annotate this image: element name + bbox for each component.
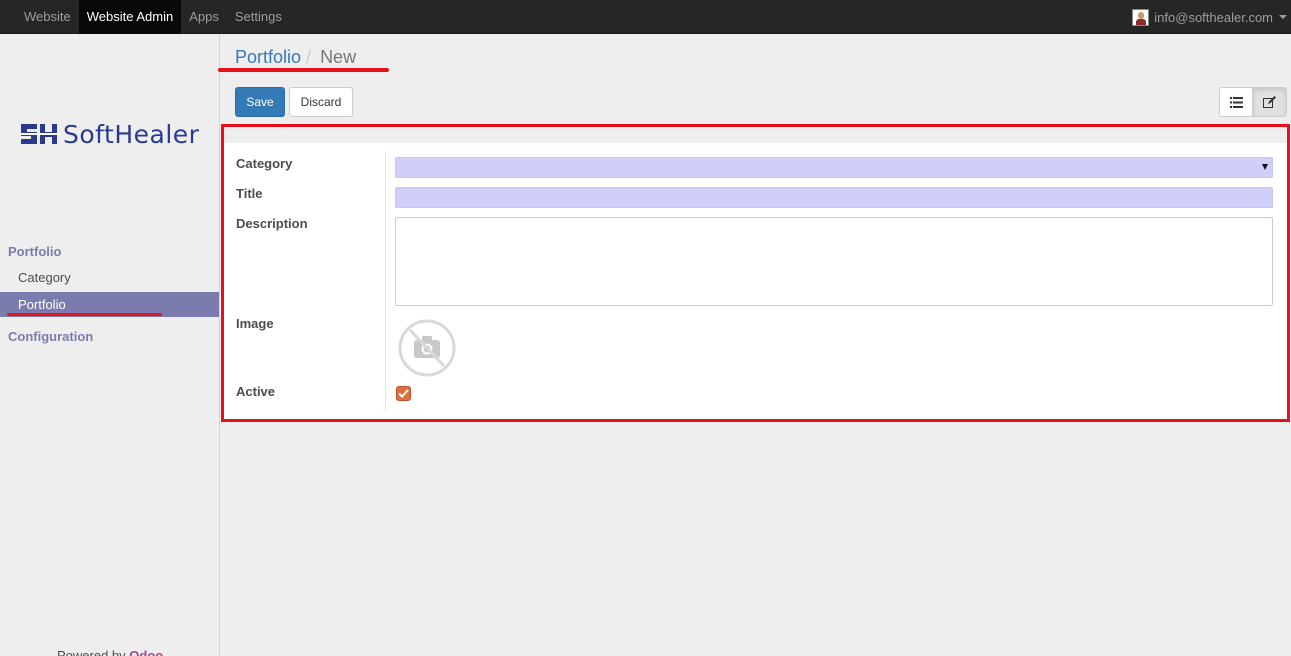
annotation-box-form [221, 124, 1290, 422]
powered-by-prefix: Powered by [57, 648, 126, 656]
save-button[interactable]: Save [235, 87, 285, 117]
avatar [1132, 8, 1150, 26]
softhealer-logo: SoftHealer [19, 118, 201, 150]
sidebar-section-portfolio[interactable]: Portfolio [8, 244, 61, 259]
user-email: info@softhealer.com [1154, 9, 1273, 25]
menu-website-admin[interactable]: Website Admin [78, 0, 182, 34]
breadcrumb-current: New [320, 47, 357, 67]
menu-settings[interactable]: Settings [227, 0, 290, 34]
top-navbar: Website Website Admin Apps Settings info… [0, 0, 1291, 34]
logo-text: SoftHealer [63, 119, 200, 149]
annotation-underline-breadcrumb [218, 68, 389, 72]
caret-down-icon [1279, 15, 1287, 19]
app-menu: Website Website Admin Apps Settings [16, 0, 290, 34]
logo-mark-icon [19, 120, 61, 148]
user-menu[interactable]: info@softhealer.com [1132, 0, 1291, 34]
form-view-button[interactable] [1253, 87, 1287, 117]
breadcrumb-portfolio[interactable]: Portfolio [235, 47, 301, 67]
odoo-link[interactable]: Odoo [129, 648, 163, 656]
edit-icon [1263, 96, 1276, 108]
menu-website[interactable]: Website [16, 0, 79, 34]
sidebar: SoftHealer Portfolio Category Portfolio … [0, 34, 220, 656]
powered-by: Powered by Odoo [57, 648, 163, 656]
sidebar-item-category[interactable]: Category [0, 265, 219, 290]
menu-apps[interactable]: Apps [181, 0, 227, 34]
view-switcher [1219, 87, 1287, 117]
annotation-underline-sidebar [7, 313, 162, 316]
breadcrumb: Portfolio / New [235, 47, 356, 68]
list-view-button[interactable] [1219, 87, 1253, 117]
breadcrumb-separator: / [306, 47, 312, 67]
list-icon [1229, 96, 1243, 108]
discard-button[interactable]: Discard [289, 87, 353, 117]
sidebar-section-configuration[interactable]: Configuration [8, 329, 93, 344]
